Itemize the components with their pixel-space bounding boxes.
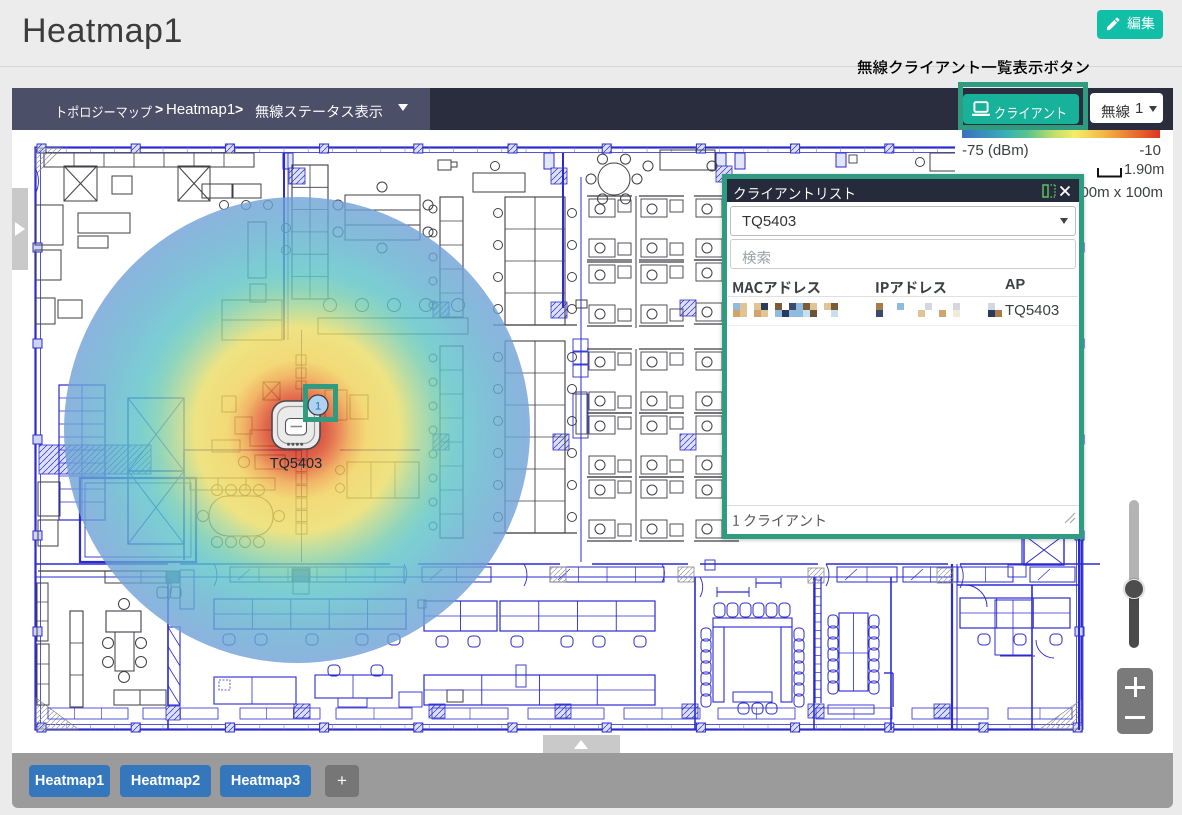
svg-text:TQ5403: TQ5403: [270, 456, 322, 472]
svg-text:1: 1: [315, 401, 321, 413]
